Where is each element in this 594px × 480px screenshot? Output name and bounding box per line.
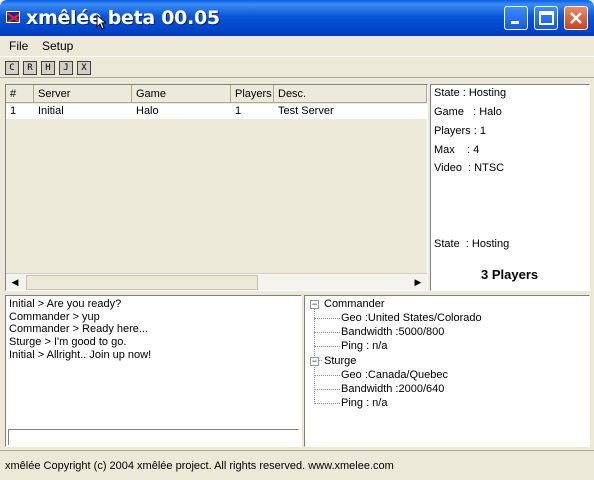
copyright-text: xmêlée Copyright (c) 2004 xmêlée project…	[5, 460, 394, 472]
table-row[interactable]: 1 Initial Halo 1 Test Server	[6, 104, 427, 119]
info-state-footer: State : Hosting	[434, 238, 510, 250]
info-players: Players : 1	[434, 125, 486, 137]
tree-connector	[314, 318, 340, 319]
title-bar: xmêlée beta 00.05	[0, 0, 594, 36]
scroll-thumb[interactable]	[26, 275, 258, 290]
chat-message: Commander > yup	[9, 311, 100, 323]
server-info-panel: State : Hosting Game : Halo Players : 1 …	[430, 84, 590, 291]
tree-player-sturge[interactable]: Sturge	[324, 355, 356, 367]
c-button[interactable]: C	[5, 61, 19, 75]
horizontal-scrollbar[interactable]: ◀ ▶	[6, 273, 427, 290]
chat-message: Commander > Ready here...	[9, 323, 149, 335]
mouse-cursor-icon	[96, 14, 106, 30]
close-button[interactable]	[564, 6, 588, 30]
menu-file[interactable]: File	[9, 39, 28, 53]
player-count: 3 Players	[481, 267, 539, 282]
menu-bar: File Setup	[0, 36, 594, 56]
j-button[interactable]: J	[59, 61, 73, 75]
close-icon	[570, 12, 582, 24]
tree-player-commander[interactable]: Commander	[324, 298, 385, 310]
menu-setup[interactable]: Setup	[42, 39, 73, 53]
tree-connector	[314, 375, 340, 376]
tree-connector	[314, 308, 315, 360]
maximize-button[interactable]	[534, 6, 558, 30]
chat-message: Sturge > I'm good to go.	[9, 336, 127, 348]
column-players[interactable]: Players	[231, 85, 274, 103]
tree-connector	[314, 389, 340, 390]
cell-game: Halo	[136, 105, 159, 117]
tree-detail: Geo :United States/Colorado	[341, 312, 482, 324]
r-button[interactable]: R	[23, 61, 37, 75]
column-game[interactable]: Game	[132, 85, 231, 103]
column-number[interactable]: #	[6, 85, 34, 103]
list-header: # Server Game Players Desc.	[6, 85, 427, 103]
app-flag-icon[interactable]	[6, 11, 20, 23]
info-max: Max : 4	[434, 144, 480, 156]
scroll-right-icon[interactable]: ▶	[410, 275, 426, 290]
minimize-icon	[511, 21, 519, 24]
cell-server: Initial	[38, 105, 64, 117]
info-state: State : Hosting	[434, 87, 507, 99]
cell-players: 1	[235, 105, 242, 117]
scroll-left-icon[interactable]: ◀	[7, 275, 23, 290]
x-button[interactable]: X	[77, 61, 91, 75]
tree-connector	[314, 346, 340, 347]
column-desc[interactable]: Desc.	[274, 85, 427, 103]
player-tree[interactable]: − Commander Geo :United States/Colorado …	[304, 295, 590, 447]
column-server[interactable]: Server	[34, 85, 132, 103]
collapse-icon[interactable]: −	[310, 357, 319, 366]
tree-detail: Bandwidth :5000/800	[341, 326, 445, 338]
chat-message: Initial > Allright.. Join up now!	[9, 349, 152, 361]
chat-panel: Initial > Are you ready? Commander > yup…	[5, 295, 302, 447]
minimize-button[interactable]	[504, 6, 528, 30]
tree-connector	[314, 403, 340, 404]
server-list[interactable]: # Server Game Players Desc. 1 Initial Ha…	[5, 84, 428, 291]
window-title: xmêlée beta 00.05	[26, 7, 220, 29]
tree-detail: Ping : n/a	[341, 397, 388, 409]
h-button[interactable]: H	[41, 61, 55, 75]
info-game: Game : Halo	[434, 106, 502, 118]
status-bar: xmêlée Copyright (c) 2004 xmêlée project…	[0, 450, 594, 480]
tree-detail: Ping : n/a	[341, 340, 388, 352]
tree-connector	[314, 332, 340, 333]
toolbar: C R H J X	[0, 56, 594, 78]
collapse-icon[interactable]: −	[310, 300, 319, 309]
maximize-icon	[539, 11, 554, 25]
cell-number: 1	[10, 105, 17, 117]
tree-detail: Bandwidth :2000/640	[341, 383, 445, 395]
cell-desc: Test Server	[278, 105, 334, 117]
chat-input[interactable]	[8, 429, 299, 445]
chat-message: Initial > Are you ready?	[9, 298, 122, 310]
tree-connector	[314, 364, 315, 404]
info-video: Video : NTSC	[434, 162, 505, 174]
tree-detail: Geo :Canada/Quebec	[341, 369, 449, 381]
